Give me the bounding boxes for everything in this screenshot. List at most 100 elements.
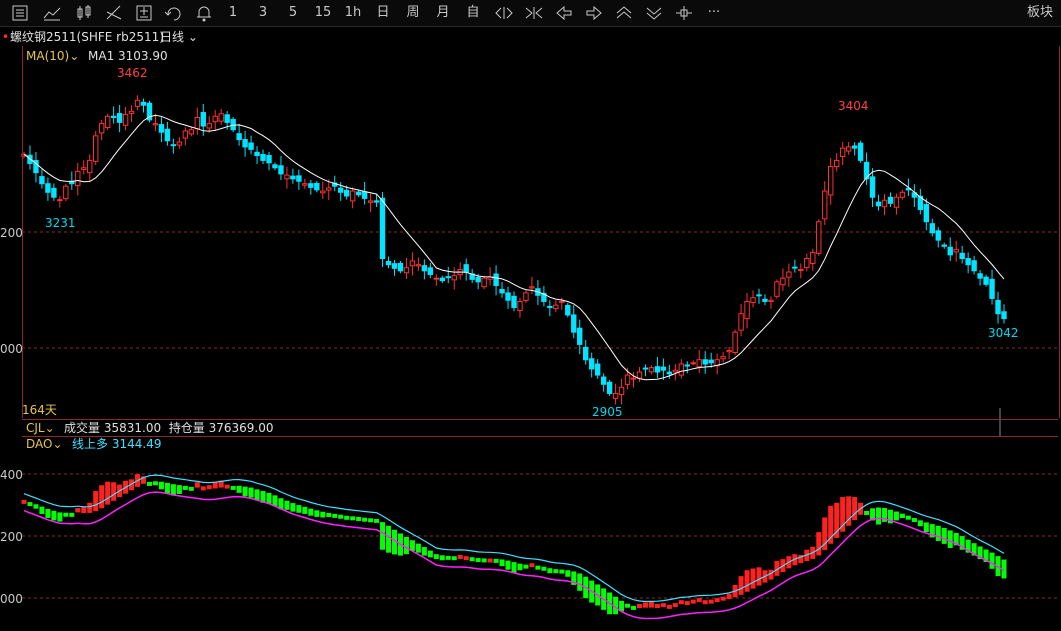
dao-bar	[535, 565, 541, 570]
dao-bar	[487, 558, 493, 563]
dao-bar	[296, 505, 302, 513]
dao-bar	[559, 569, 565, 574]
chevron-down-icon: ⌄	[44, 421, 55, 435]
dao-bar	[816, 532, 822, 556]
dao-bar	[39, 506, 45, 514]
y-tick-dao-1: 400	[0, 468, 23, 482]
days-label: 164天	[22, 403, 57, 417]
dao-bar	[577, 573, 583, 591]
dao-bar	[678, 600, 684, 605]
dao-bar	[690, 599, 696, 604]
dao-bar	[194, 482, 200, 488]
dao-bar	[380, 522, 386, 550]
dao-bar	[666, 604, 672, 609]
dao-bar	[51, 510, 57, 521]
dao-bar	[356, 516, 362, 521]
ma-label: MA1 3103.90	[88, 49, 168, 63]
dao-bar	[475, 558, 481, 563]
dao-bar	[21, 499, 27, 504]
dao-bar	[164, 482, 170, 494]
dao-label: DAO	[26, 437, 53, 451]
dao-bar	[170, 484, 176, 496]
dao-bar	[625, 603, 631, 608]
dao-bar	[433, 554, 439, 560]
dao-bar	[230, 485, 236, 490]
dao-bar	[517, 563, 523, 571]
dao-bar	[57, 512, 63, 522]
dao-bar	[206, 485, 212, 490]
low-label-2: 2905	[592, 405, 623, 419]
dao-bar	[893, 511, 899, 521]
dao-bar	[923, 522, 929, 533]
dao-bar	[374, 518, 380, 523]
dao-bar	[511, 562, 517, 574]
ma-value: 3103.90	[118, 49, 168, 63]
dao-bar	[338, 514, 344, 519]
dao-bar	[344, 515, 350, 520]
high-label-2: 3404	[838, 99, 869, 113]
dao-line-value: 3144.49	[111, 437, 162, 451]
dao-bar	[248, 487, 254, 498]
dao-bar	[105, 481, 111, 505]
dao-bar	[708, 599, 714, 604]
dao-bar	[648, 601, 654, 608]
ma-indicator-select[interactable]: MA(10)⌄	[26, 49, 79, 63]
oi-value: 376369.00	[208, 421, 274, 435]
high-label-1: 3462	[117, 66, 148, 80]
dao-bar	[547, 568, 553, 574]
dao-bar	[505, 560, 511, 570]
dao-bar	[565, 570, 571, 577]
dao-bar	[421, 547, 427, 556]
y-tick-main-1: 200	[0, 226, 23, 240]
dao-bar	[224, 484, 230, 489]
cjl-indicator-select[interactable]: CJL⌄	[26, 421, 55, 435]
dao-bar	[63, 512, 69, 517]
dao-bar	[696, 598, 702, 603]
dao-indicator-select[interactable]: DAO⌄	[26, 437, 63, 451]
dao-bar	[529, 563, 535, 568]
dao-bar	[481, 558, 487, 563]
dao-bar	[654, 604, 660, 608]
vol-value: 35831.00	[103, 421, 162, 435]
dao-bar	[350, 516, 356, 521]
dao-info: 线上多 3144.49	[72, 437, 161, 451]
dao-bar	[756, 567, 762, 586]
dao-bar	[75, 508, 81, 513]
dao-bar	[254, 489, 260, 501]
dao-bar	[941, 527, 947, 544]
dao-bar	[368, 518, 374, 523]
dao-bar	[111, 482, 117, 501]
dao-bar	[899, 513, 905, 519]
dao-bar	[93, 491, 99, 512]
dao-bar	[439, 555, 445, 561]
dao-bar	[714, 598, 720, 603]
cjl-label: CJL	[26, 421, 45, 435]
dao-bar	[99, 485, 105, 509]
dao-bar	[386, 525, 392, 553]
dao-bar	[158, 481, 164, 490]
dao-bar	[146, 481, 152, 486]
dao-bar	[541, 566, 547, 571]
dao-bar	[989, 552, 995, 569]
dao-bar	[642, 602, 648, 608]
vol-label: 成交量	[64, 421, 101, 435]
dao-bar	[947, 530, 953, 548]
oi-label: 持仓量	[168, 421, 205, 435]
y-tick-dao-3: 000	[0, 592, 23, 606]
dao-bar	[87, 502, 93, 513]
dao-bar	[553, 569, 559, 574]
main-pane-border	[22, 46, 1060, 418]
dao-bar	[33, 504, 39, 509]
dao-bar	[284, 500, 290, 510]
dao-bar	[726, 593, 732, 600]
dao-bar	[523, 564, 529, 569]
dao-bar	[27, 502, 33, 507]
dao-bar	[320, 511, 326, 518]
dao-bar	[45, 508, 51, 519]
dao-line-label: 线上多	[72, 437, 109, 451]
low-label-1: 3231	[45, 216, 76, 230]
dao-bar	[236, 485, 242, 493]
dao-bar	[684, 601, 690, 606]
dao-bar	[750, 568, 756, 589]
y-tick-main-2: 000	[0, 342, 23, 356]
